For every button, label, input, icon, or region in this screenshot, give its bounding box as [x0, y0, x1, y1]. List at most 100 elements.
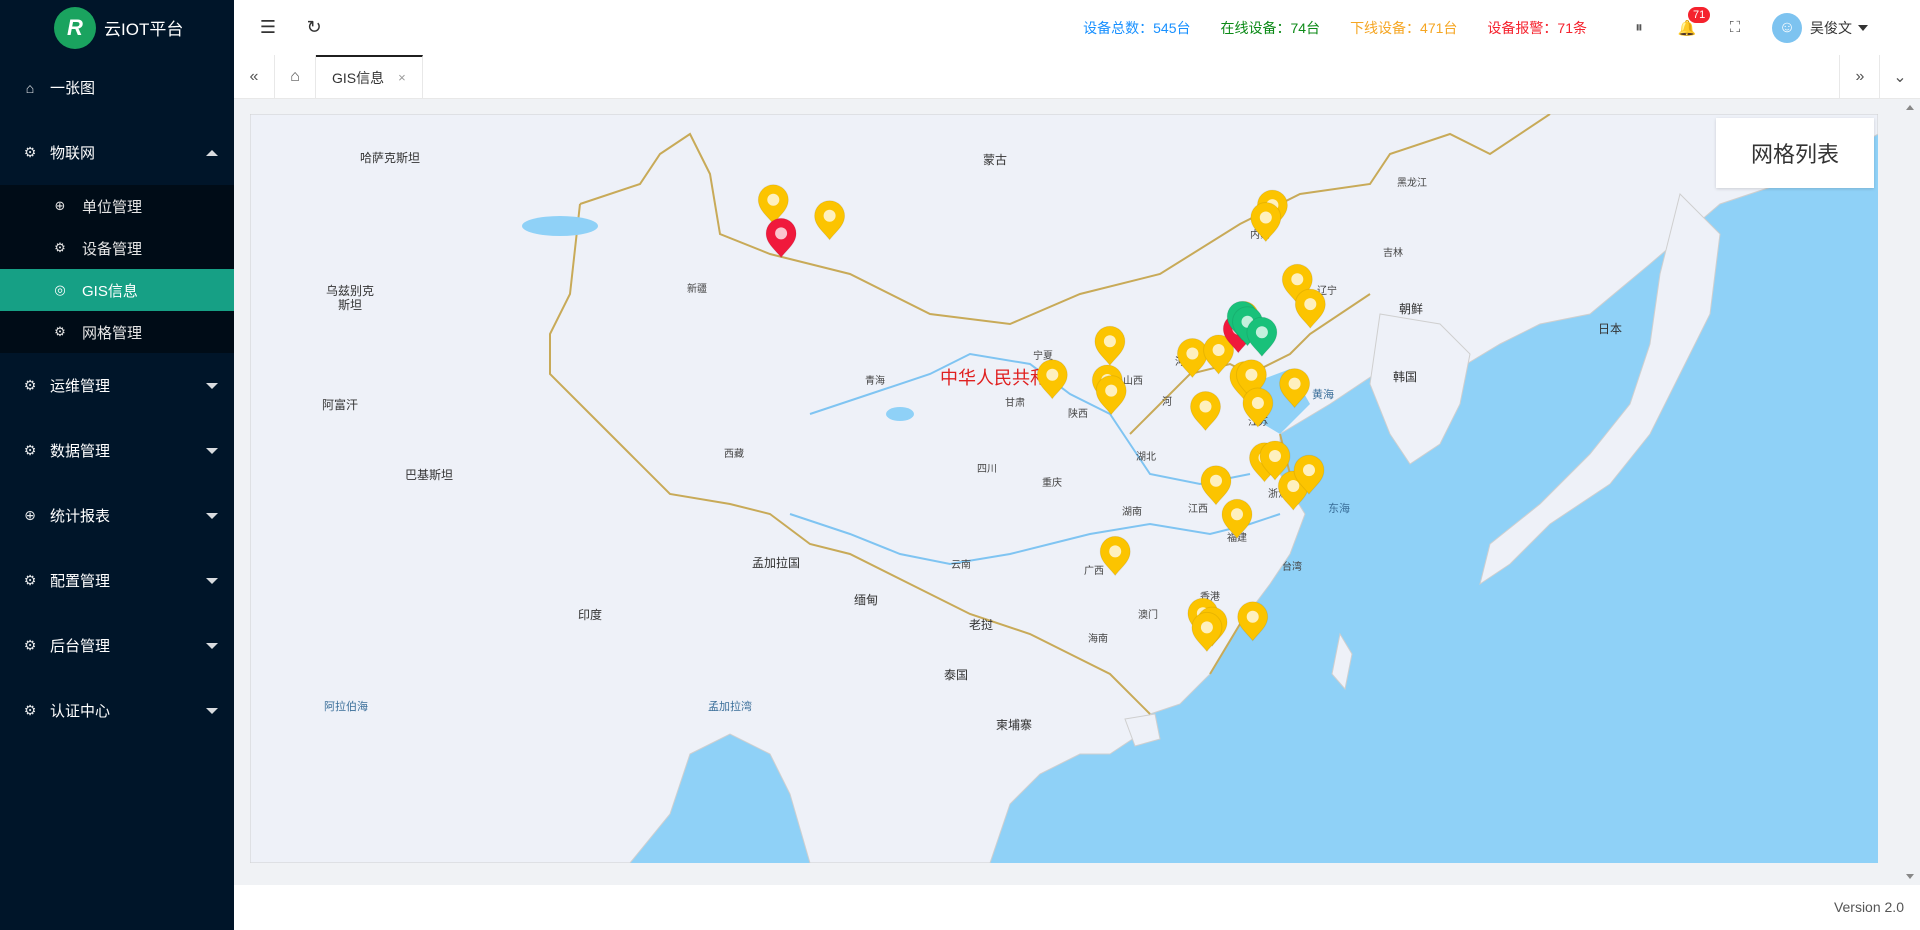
- map-label-guangxi: 广西: [1084, 565, 1104, 577]
- home-icon: ⌂: [25, 79, 35, 96]
- map-land-mainland: [250, 114, 1878, 863]
- top-header: ☰ ↻ 设备总数：545台 在线设备：74台 下线设备：471台 设备报警：71…: [234, 0, 1920, 56]
- map-label-chongqing: 重庆: [1042, 476, 1062, 489]
- collapse-menu-icon[interactable]: ☰: [256, 16, 280, 40]
- marker-dot: [1269, 450, 1281, 462]
- pause-icon[interactable]: ⏸: [1628, 17, 1650, 39]
- sidebar-item-label: 物联网: [50, 145, 96, 162]
- user-menu[interactable]: ☺ 吴俊文: [1772, 12, 1868, 43]
- sidebar-item-backend-management[interactable]: ⚙ 后台管理: [0, 613, 234, 678]
- tab-gis-info[interactable]: GIS信息 ×: [316, 55, 423, 98]
- sidebar-item-label: 统计报表: [50, 508, 111, 525]
- header-actions: ⏸ 🔔 71 ⛶ ☺ 吴俊文: [1628, 0, 1920, 55]
- scroll-tabs-right-icon[interactable]: »: [1839, 55, 1880, 98]
- map-label-mongolia: 蒙古: [983, 152, 1007, 167]
- map-label-afghanistan: 阿富汗: [322, 397, 358, 412]
- sidebar-item-label: 一张图: [50, 80, 96, 97]
- map-label-macau: 澳门: [1138, 608, 1158, 621]
- map-lake-qinghai: [886, 407, 914, 421]
- sidebar-item-label: 后台管理: [50, 638, 111, 655]
- marker-dot: [1231, 508, 1243, 521]
- map-label-shaanxi: 陕西: [1068, 407, 1088, 420]
- close-icon[interactable]: ×: [398, 70, 406, 85]
- chevron-down-icon: [206, 707, 218, 714]
- sidebar-item-device-management[interactable]: ⚙ 设备管理: [0, 227, 234, 269]
- map-label-yellow-sea: 黄海: [1312, 387, 1334, 401]
- marker-dot: [1109, 545, 1122, 558]
- sidebar-item-data-management[interactable]: ⚙ 数据管理: [0, 418, 234, 483]
- sidebar-item-gis-info[interactable]: ◎ GIS信息: [0, 269, 234, 311]
- marker-dot: [1046, 368, 1059, 381]
- device-stats: 设备总数：545台 在线设备：74台 下线设备：471台 设备报警：71条: [1053, 18, 1587, 38]
- sidebar-item-label: 认证中心: [50, 703, 111, 720]
- globe-icon: ⊕: [24, 507, 36, 523]
- map-label-taiwan: 台湾: [1282, 560, 1302, 573]
- vertical-scrollbar[interactable]: [1906, 99, 1916, 885]
- gear-icon: ⚙: [23, 572, 37, 588]
- tab-bar: « ⌂ GIS信息 × » ⌄: [234, 55, 1920, 99]
- map-label-xizang: 西藏: [724, 448, 744, 460]
- tab-menu-chevron-down-icon[interactable]: ⌄: [1879, 55, 1920, 98]
- map-label-uzbekistan-2: 斯坦: [338, 298, 362, 312]
- marker-dot: [1200, 621, 1213, 634]
- sidebar-item-statistics[interactable]: ⊕ 统计报表: [0, 483, 234, 548]
- tab-label: GIS信息: [332, 69, 385, 86]
- brand[interactable]: R 云IOT平台: [0, 0, 234, 55]
- gis-map[interactable]: 哈萨克斯坦 蒙古 乌兹别克 斯坦 阿富汗 巴基斯坦 印度 孟加拉国 缅甸 老挝 …: [250, 114, 1878, 863]
- sidebar-item-iot[interactable]: ⚙ 物联网: [0, 120, 234, 185]
- map-label-north-korea: 朝鲜: [1399, 302, 1423, 316]
- chevron-down-icon: [206, 577, 218, 584]
- sidebar-item-ops-management[interactable]: ⚙ 运维管理: [0, 353, 234, 418]
- marker-dot: [775, 227, 788, 240]
- fullscreen-icon[interactable]: ⛶: [1724, 17, 1746, 39]
- gear-icon: ⚙: [23, 637, 37, 653]
- grid-list-button[interactable]: 网格列表: [1716, 118, 1874, 188]
- map-label-jilin: 吉林: [1383, 246, 1403, 259]
- gear-icon: ⚙: [54, 324, 66, 339]
- user-name: 吴俊文: [1810, 19, 1852, 36]
- map-label-japan: 日本: [1598, 322, 1622, 336]
- marker-dot: [1210, 474, 1222, 487]
- map-label-myanmar: 缅甸: [854, 593, 878, 607]
- marker-dot: [1259, 211, 1272, 224]
- version-label: Version 2.0: [1833, 899, 1904, 915]
- stat-total-devices: 设备总数：545台: [1083, 20, 1191, 36]
- marker-dot: [1103, 335, 1116, 348]
- map-label-arabian-sea: 阿拉伯海: [324, 699, 368, 713]
- scroll-tabs-left-icon[interactable]: «: [234, 55, 275, 98]
- sidebar-item-grid-management[interactable]: ⚙ 网格管理: [0, 311, 234, 353]
- sidebar-item-label: 设备管理: [82, 240, 143, 258]
- map-label-uzbekistan-1: 乌兹别克: [326, 283, 374, 298]
- sidebar-item-label: 单位管理: [82, 198, 143, 216]
- map-label-yunnan: 云南: [951, 558, 971, 571]
- home-tab-icon[interactable]: ⌂: [275, 55, 316, 98]
- sidebar-item-one-map[interactable]: ⌂ 一张图: [0, 55, 234, 120]
- scroll-down-icon[interactable]: [1906, 874, 1914, 879]
- sidebar-item-label: 数据管理: [50, 443, 111, 460]
- sidebar-item-config-management[interactable]: ⚙ 配置管理: [0, 548, 234, 613]
- map-label-qinghai: 青海: [865, 374, 885, 387]
- map-label-bangladesh: 孟加拉国: [752, 555, 800, 570]
- refresh-icon[interactable]: ↻: [302, 16, 326, 40]
- gear-icon: ⚙: [23, 144, 37, 160]
- sidebar-item-unit-management[interactable]: ⊕ 单位管理: [0, 185, 234, 227]
- bell-icon[interactable]: 🔔 71: [1676, 6, 1711, 39]
- map-label-hainan: 海南: [1088, 632, 1108, 645]
- marker-dot: [823, 209, 836, 222]
- scroll-up-icon[interactable]: [1906, 105, 1914, 110]
- stat-offline-devices: 下线设备：471台: [1350, 20, 1458, 36]
- marker-dot: [1291, 273, 1304, 286]
- map-canvas[interactable]: 哈萨克斯坦 蒙古 乌兹别克 斯坦 阿富汗 巴基斯坦 印度 孟加拉国 缅甸 老挝 …: [250, 114, 1878, 863]
- map-label-india: 印度: [578, 607, 602, 622]
- map-label-gansu: 甘肃: [1005, 396, 1025, 409]
- marker-dot: [1255, 326, 1268, 339]
- iot-submenu: ⊕ 单位管理 ⚙ 设备管理 ◎ GIS信息 ⚙ 网格管理: [0, 185, 234, 353]
- marker-dot: [1303, 464, 1315, 477]
- map-label-henan-partial: 河: [1162, 396, 1172, 408]
- marker-dot: [1287, 480, 1300, 492]
- chevron-down-icon: [206, 382, 218, 389]
- sidebar-item-auth-center[interactable]: ⚙ 认证中心: [0, 678, 234, 743]
- device-marker-offline[interactable]: [1237, 601, 1269, 642]
- map-lake-balkhash: [522, 216, 598, 236]
- map-land-hainan: [1124, 713, 1161, 747]
